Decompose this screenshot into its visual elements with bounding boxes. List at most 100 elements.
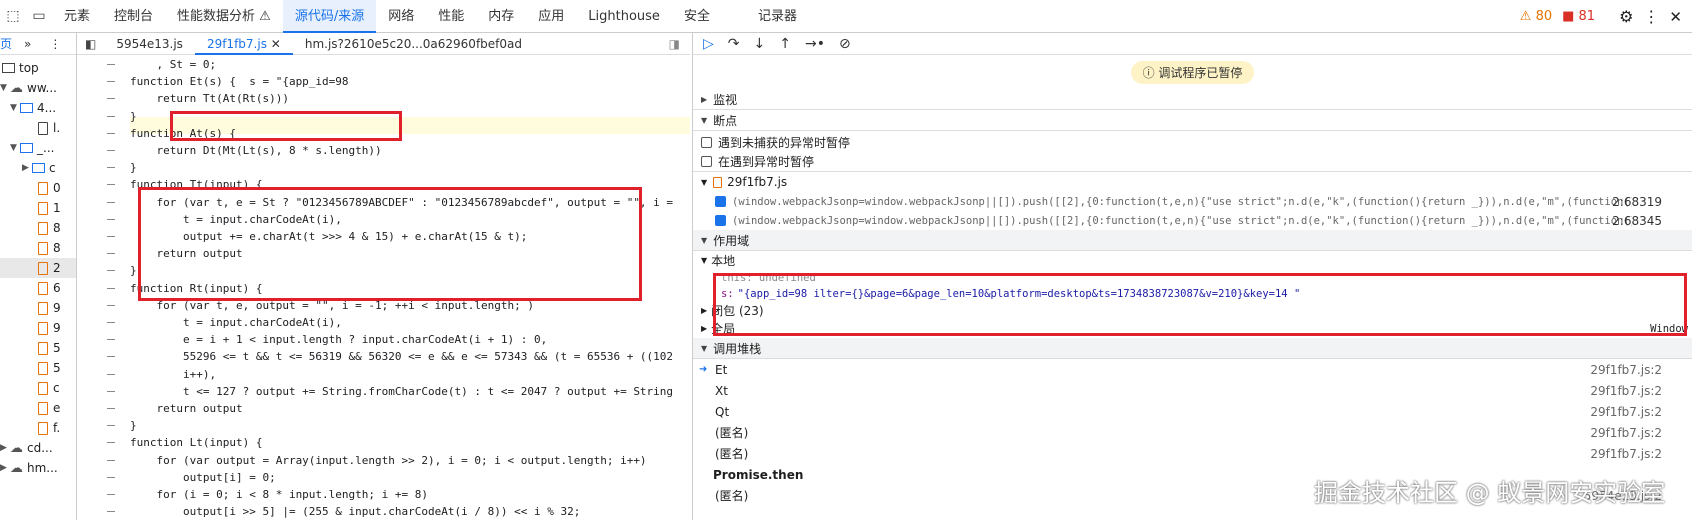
tree-item-file-selected[interactable]: 2 [0,258,76,278]
close-icon[interactable]: ✕ [1669,8,1682,26]
tab-recorder[interactable]: 记录器 [746,0,809,33]
file-icon [38,261,48,275]
option-label: 遇到未捕获的异常时暂停 [718,136,851,150]
code-line: , St = 0; [130,58,217,71]
tree-item-file[interactable]: 6 [38,278,61,298]
tab-performance-insights[interactable]: 性能数据分析 ⚠ [165,0,283,33]
tree-item-domain[interactable]: ▶ ☁ cd... [0,438,53,458]
file-icon [38,341,48,355]
line-gutter[interactable] [77,55,130,520]
tree-item-file[interactable]: l. [38,118,60,138]
navigator-menu-icon[interactable]: ⋮ [49,37,61,51]
frame-location: 29f1fb7.js:2 [1590,362,1662,377]
tree-item-file[interactable]: e [38,398,60,418]
more-options-icon[interactable]: ⋮ [1643,7,1659,26]
tree-item-file[interactable]: c [38,378,60,398]
inspect-element-icon[interactable]: ⬚ [0,0,26,33]
breakpoint-item[interactable]: (window.webpackJsonp=window.webpackJsonp… [693,192,1692,211]
breakpoint-item[interactable]: (window.webpackJsonp=window.webpackJsonp… [693,211,1692,230]
device-toolbar-icon[interactable]: ▭ [26,0,52,33]
code-line: for (var output = Array(input.length >> … [130,453,647,467]
tree-item-label: cd... [27,441,53,455]
scope-local[interactable]: ▼ 本地 [693,251,1692,270]
step-into-icon[interactable]: ↓ [754,36,766,52]
tree-item-label: ww... [27,81,57,95]
bp-file-group[interactable]: ▼ 29f1fb7.js [693,171,1692,192]
resume-icon[interactable]: ▷ [703,36,714,52]
navigator-header: 页 » ⋮ [0,33,76,55]
option-label: 在遇到异常时暂停 [718,155,815,169]
frame-name: (匿名) [715,489,749,503]
callstack-frame[interactable]: (匿名) 29f1fb7.js:2 [693,422,1692,443]
close-tab-icon[interactable]: ✕ [271,37,281,51]
code-line: return Dt(Mt(Lt(s), 8 * s.length)) [130,144,382,157]
tree-item-domain[interactable]: ▼ ☁ ww... [0,78,57,98]
step-over-icon[interactable]: ↷ [728,36,740,52]
line-marker [107,253,115,255]
tree-item-label: c [53,381,60,395]
step-icon[interactable]: →• [805,36,825,52]
tab-lighthouse[interactable]: Lighthouse [576,0,672,33]
tree-item-file[interactable]: 8 [38,218,61,238]
tree-item-file[interactable]: 1 [38,198,61,218]
checkbox-checked[interactable] [715,215,726,226]
deactivate-breakpoints-icon[interactable]: ⊘ [839,36,851,52]
tab-performance[interactable]: 性能 [426,0,476,33]
settings-gear-icon[interactable]: ⚙ [1619,7,1633,26]
tree-item-file[interactable]: 9 [38,318,61,338]
tree-item-file[interactable]: 0 [38,178,61,198]
navigator-tab-page[interactable]: 页 [0,35,12,52]
checkbox[interactable] [701,156,712,167]
frame-icon [2,63,15,73]
tab-network[interactable]: 网络 [376,0,426,33]
line-marker [107,201,115,203]
pause-caught-option[interactable]: 在遇到异常时暂停 [693,152,1692,171]
tab-console[interactable]: 控制台 [102,0,165,33]
tab-application[interactable]: 应用 [526,0,576,33]
tree-item-top[interactable]: top [2,58,39,78]
callstack-frame-current[interactable]: ➜ Et 29f1fb7.js:2 [693,359,1692,380]
section-scope[interactable]: ▼ 作用域 [693,230,1692,251]
watermark-text: 掘金技术社区 @ 蚁景网安实验室 [1314,479,1666,507]
section-breakpoints[interactable]: ▼ 断点 [693,110,1692,131]
cloud-icon: ☁ [10,440,23,456]
pause-uncaught-option[interactable]: 遇到未捕获的异常时暂停 [693,133,1692,152]
tree-item-folder[interactable]: ▼ _... [10,138,54,158]
checkbox[interactable] [701,137,712,148]
editor-tab-5954e13[interactable]: 5954e13.js [104,33,195,55]
section-callstack[interactable]: ▼ 调用堆栈 [693,338,1692,359]
callstack-frame[interactable]: (匿名) 29f1fb7.js:2 [693,443,1692,464]
warning-count[interactable]: ⚠ 80 [1520,9,1552,24]
checkbox-checked[interactable] [715,196,726,207]
section-watch[interactable]: ▶ 监视 [693,89,1692,110]
callstack-frame[interactable]: Xt 29f1fb7.js:2 [693,380,1692,401]
toggle-debugger-icon[interactable]: ◨ [669,37,680,51]
tree-item-file[interactable]: 8 [38,238,61,258]
tree-item-file[interactable]: 5 [38,338,61,358]
tab-sources[interactable]: 源代码/来源 [282,0,377,33]
tree-item-label: _... [37,141,55,155]
code-line: function Et(s) { s = "{app_id=98 [130,75,349,89]
editor-tab-hm[interactable]: hm.js?2610e5c20...0a62960fbef0ad [293,33,534,55]
tree-item-folder[interactable]: ▼ 4... [10,98,56,118]
frame-location: 29f1fb7.js:2 [1590,404,1662,419]
file-icon [38,301,48,315]
tree-item-file[interactable]: 9 [38,298,61,318]
tree-item-file[interactable]: 5 [38,358,61,378]
code-area[interactable]: , St = 0; function Et(s) { s = "{app_id=9… [130,55,690,520]
tree-item-label: 4... [37,101,57,115]
error-count[interactable]: ■ 81 [1562,9,1595,24]
tab-elements[interactable]: 元素 [52,0,102,33]
tree-item-file[interactable]: f. [38,418,60,438]
more-tabs-icon[interactable]: » [24,37,31,51]
editor-tab-29f1fb7[interactable]: 29f1fb7.js ✕ [194,33,293,55]
tab-memory[interactable]: 内存 [476,0,526,33]
tree-item-domain[interactable]: ▶ ☁ hm... [0,458,58,478]
callstack-frame[interactable]: Qt 29f1fb7.js:2 [693,401,1692,422]
step-out-icon[interactable]: ↑ [779,36,791,52]
tree-item-folder[interactable]: ▶ c [22,158,56,178]
tab-security[interactable]: 安全 [672,0,722,33]
line-marker [107,64,115,65]
toggle-navigator-icon[interactable]: ◧ [77,37,104,51]
chevron-right-icon: ▶ [0,443,7,453]
